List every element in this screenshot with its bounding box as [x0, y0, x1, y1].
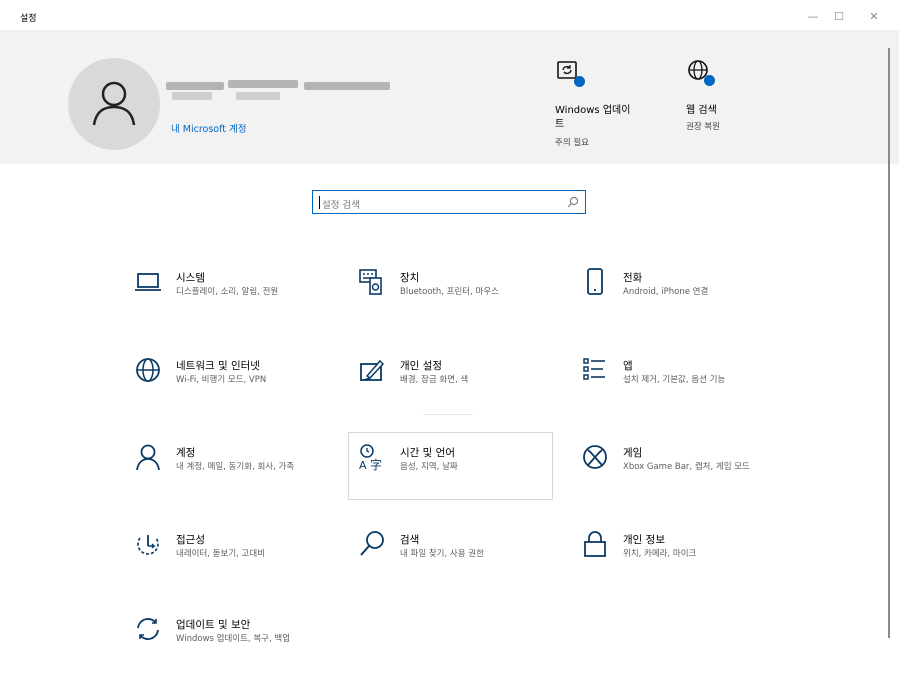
tile-subtitle: Bluetooth, 프린터, 마우스	[400, 287, 499, 297]
windows-update-shortcut[interactable]: Windows 업데이 트 주의 필요	[555, 59, 665, 154]
tile-title: 접근성	[176, 534, 205, 546]
tile-subtitle: Wi-Fi, 비행기 모드, VPN	[176, 375, 267, 385]
tile-subtitle: 음성, 지역, 날짜	[400, 462, 458, 472]
tile-network[interactable]: 네트워크 및 인터넷 Wi-Fi, 비행기 모드, VPN	[134, 356, 339, 426]
web-search-shortcut[interactable]: 웹 검색 권장 복원	[686, 59, 776, 154]
blurred-user-name	[166, 80, 396, 100]
avatar[interactable]	[68, 58, 160, 150]
tile-title: 게임	[623, 447, 643, 459]
title-bar: 설정 — ☐ ✕	[0, 0, 899, 30]
tile-apps[interactable]: 앱 설치 제거, 기본값, 옵션 기능	[581, 356, 786, 426]
tile-title: 앱	[623, 360, 633, 372]
laptop-icon	[135, 273, 161, 291]
tile-devices[interactable]: 장치 Bluetooth, 프린터, 마우스	[358, 268, 563, 338]
text-caret	[319, 196, 320, 209]
close-button[interactable]: ✕	[864, 10, 884, 24]
tile-search[interactable]: 검색 내 파일 찾기, 사용 권한	[358, 530, 563, 600]
xbox-icon	[583, 445, 607, 469]
maximize-button[interactable]: ☐	[829, 10, 849, 24]
tile-subtitle: 위치, 카메라, 마이크	[623, 549, 697, 559]
tile-system[interactable]: 시스템 디스플레이, 소리, 알림, 전원	[134, 268, 339, 338]
tile-personalization[interactable]: 개인 설정 배경, 잠금 화면, 색	[358, 356, 563, 426]
tile-subtitle: Android, iPhone 연결	[623, 287, 709, 297]
tile-update-security[interactable]: 업데이트 및 보안 Windows 업데이트, 복구, 백업	[134, 615, 339, 685]
tile-subtitle: 디스플레이, 소리, 알림, 전원	[176, 287, 279, 297]
tile-phone[interactable]: 전화 Android, iPhone 연결	[581, 268, 786, 338]
tile-gaming[interactable]: 게임 Xbox Game Bar, 캡처, 게임 모드	[581, 443, 786, 513]
settings-search-box[interactable]: 설정 검색	[312, 190, 586, 214]
web-search-badge	[704, 75, 715, 86]
scrollbar[interactable]	[888, 48, 890, 638]
person-icon	[136, 444, 160, 471]
tile-title: 네트워크 및 인터넷	[176, 360, 260, 372]
web-search-status: 권장 복원	[686, 122, 720, 132]
tile-accounts[interactable]: 계정 내 계정, 메일, 동기화, 회사, 가족	[134, 443, 339, 513]
web-search-label: 웹 검색	[686, 105, 717, 116]
tile-title: 시스템	[176, 272, 205, 284]
tile-title: 개인 정보	[623, 534, 665, 546]
devices-icon	[359, 269, 382, 295]
person-icon	[92, 81, 136, 126]
tile-title: 장치	[400, 272, 420, 284]
app-title: 설정	[20, 14, 37, 24]
tile-subtitle: Windows 업데이트, 복구, 백업	[176, 634, 291, 644]
tile-title: 개인 설정	[400, 360, 442, 372]
globe-icon	[136, 358, 160, 382]
svg-text:字: 字	[370, 457, 382, 471]
tile-title: 검색	[400, 534, 420, 546]
tile-title: 시간 및 언어	[400, 447, 455, 459]
search-placeholder: 설정 검색	[322, 200, 360, 211]
tile-subtitle: 설치 제거, 기본값, 옵션 기능	[623, 375, 726, 385]
lock-icon	[584, 531, 606, 557]
tile-subtitle: 배경, 잠금 화면, 색	[400, 375, 469, 385]
tile-subtitle: Xbox Game Bar, 캡처, 게임 모드	[623, 462, 750, 472]
windows-update-label-2: 트	[555, 119, 565, 130]
update-status-badge	[574, 76, 585, 87]
divider	[423, 414, 473, 415]
tile-title: 업데이트 및 보안	[176, 619, 251, 631]
personalization-icon	[360, 359, 385, 381]
apps-list-icon	[583, 358, 605, 380]
time-language-icon: A 字	[359, 444, 382, 471]
tile-title: 전화	[623, 272, 643, 284]
accessibility-icon	[137, 535, 159, 555]
windows-update-label-1: Windows 업데이	[555, 105, 631, 116]
search-icon	[567, 196, 579, 208]
tile-subtitle: 내 파일 찾기, 사용 권한	[400, 549, 484, 559]
sync-icon	[137, 618, 159, 640]
microsoft-account-link[interactable]: 내 Microsoft 계정	[171, 121, 247, 135]
svg-text:A: A	[359, 459, 367, 471]
tile-title: 계정	[176, 447, 196, 459]
tile-time-language[interactable]: A 字 시간 및 언어 음성, 지역, 날짜	[348, 432, 553, 500]
windows-update-status: 주의 필요	[555, 138, 589, 148]
tile-subtitle: 내 계정, 메일, 동기화, 회사, 가족	[176, 462, 295, 472]
tile-accessibility[interactable]: 접근성 내레이터, 돋보기, 고대비	[134, 530, 339, 600]
tile-privacy[interactable]: 개인 정보 위치, 카메라, 마이크	[581, 530, 786, 600]
tile-subtitle: 내레이터, 돋보기, 고대비	[176, 549, 266, 559]
phone-icon	[587, 268, 603, 295]
search-icon	[360, 531, 384, 556]
minimize-button[interactable]: —	[803, 10, 823, 24]
